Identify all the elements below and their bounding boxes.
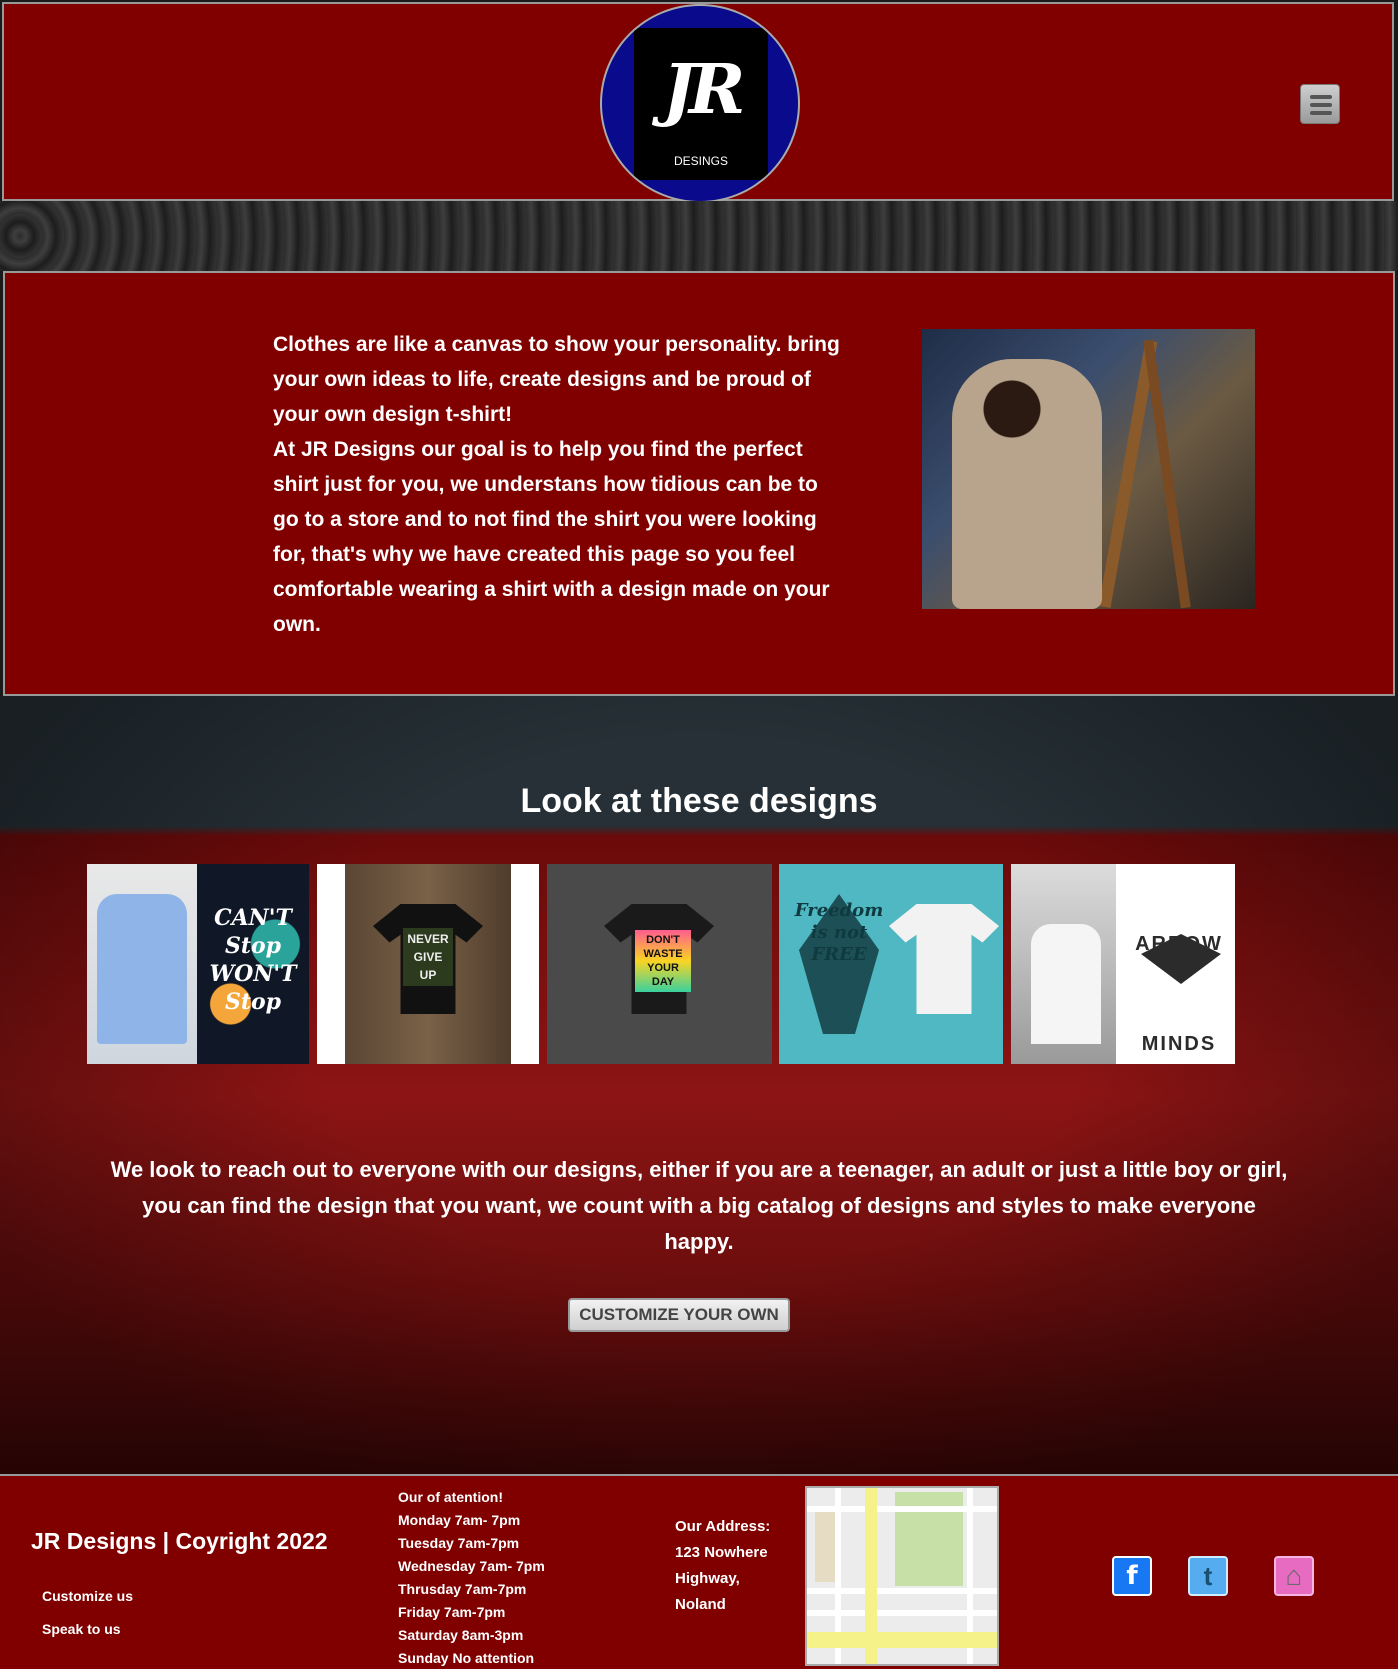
facebook-glyph: f: [1126, 1561, 1138, 1591]
design-card-freedom[interactable]: Freedom is not FREE: [779, 864, 1003, 1064]
hours-thursday: Thrusday 7am-7pm: [398, 1581, 527, 1597]
design-card-never-give-up[interactable]: NEVER GIVE UP: [317, 864, 539, 1064]
logo-box: JR DESINGS: [634, 28, 768, 180]
intro-paragraph-2: At JR Designs our goal is to help you fi…: [273, 438, 830, 636]
design-card-text: ARROW MINDS: [1135, 933, 1223, 1055]
home-icon[interactable]: ⌂: [1274, 1556, 1314, 1596]
designs-description: We look to reach out to everyone with ou…: [110, 1157, 1288, 1254]
address-title: Our Address:: [675, 1518, 771, 1535]
decorative-pattern-band: [0, 201, 1398, 271]
home-glyph: ⌂: [1285, 1560, 1303, 1591]
footer-brand: JR Designs | Coyright 2022: [31, 1528, 328, 1554]
hours-wednesday: Wednesday 7am- 7pm: [398, 1558, 545, 1574]
address: Our Address: 123 Nowhere Highway, Noland: [675, 1514, 795, 1618]
footer-link-customize[interactable]: Customize us: [42, 1588, 133, 1604]
twitter-glyph: t: [1203, 1560, 1213, 1591]
designs-section: Look at these designs CAN'T Stop WON'T S…: [0, 696, 1398, 1474]
design-gallery: CAN'T Stop WON'T Stop NEVER GIVE UP DON'…: [87, 864, 1303, 1064]
design-card-text: Freedom is not FREE: [794, 900, 884, 965]
address-line-1: 123 Nowhere: [675, 1544, 768, 1561]
intro-section: Clothes are like a canvas to show your p…: [3, 271, 1395, 696]
logo[interactable]: JR DESINGS: [600, 4, 800, 203]
hours-saturday: Saturday 8am-3pm: [398, 1627, 524, 1643]
design-card-dont-waste[interactable]: DON'T WASTE YOUR DAY: [547, 864, 772, 1064]
design-card-text: DON'T WASTE YOUR DAY: [635, 930, 691, 992]
site-footer: JR Designs | Coyright 2022 Customize us …: [0, 1474, 1398, 1669]
hours-sunday: Sunday No attention: [398, 1650, 535, 1666]
hamburger-menu-icon[interactable]: [1300, 84, 1340, 124]
hours-title: Our of atention!: [398, 1489, 503, 1505]
design-card-text: CAN'T Stop WON'T Stop: [209, 905, 297, 1015]
designs-title: Look at these designs: [520, 782, 878, 820]
address-line-2: Highway,: [675, 1570, 740, 1587]
intro-paragraph-1: Clothes are like a canvas to show your p…: [273, 333, 840, 426]
design-card-arrow-minds[interactable]: ARROW MINDS: [1011, 864, 1235, 1064]
site-header: JR DESINGS: [2, 2, 1394, 203]
opening-hours: Our of atention! Monday 7am- 7pm Tuesday…: [398, 1486, 545, 1669]
painter-photo: [922, 329, 1255, 609]
hours-monday: Monday 7am- 7pm: [398, 1512, 521, 1528]
design-card-text: NEVER GIVE UP: [403, 928, 453, 986]
design-card-cant-stop[interactable]: CAN'T Stop WON'T Stop: [87, 864, 309, 1064]
logo-subtitle: DESINGS: [673, 154, 728, 168]
twitter-icon[interactable]: t: [1188, 1556, 1228, 1596]
location-map[interactable]: [805, 1486, 999, 1666]
intro-text: Clothes are like a canvas to show your p…: [273, 327, 843, 642]
hours-friday: Friday 7am-7pm: [398, 1604, 506, 1620]
facebook-icon[interactable]: f: [1112, 1556, 1152, 1596]
logo-mark: JR: [662, 50, 746, 130]
footer-link-speak[interactable]: Speak to us: [42, 1621, 121, 1637]
address-line-3: Noland: [675, 1596, 726, 1613]
hours-tuesday: Tuesday 7am-7pm: [398, 1535, 520, 1551]
customize-your-own-button[interactable]: CUSTOMIZE YOUR OWN: [568, 1298, 790, 1332]
